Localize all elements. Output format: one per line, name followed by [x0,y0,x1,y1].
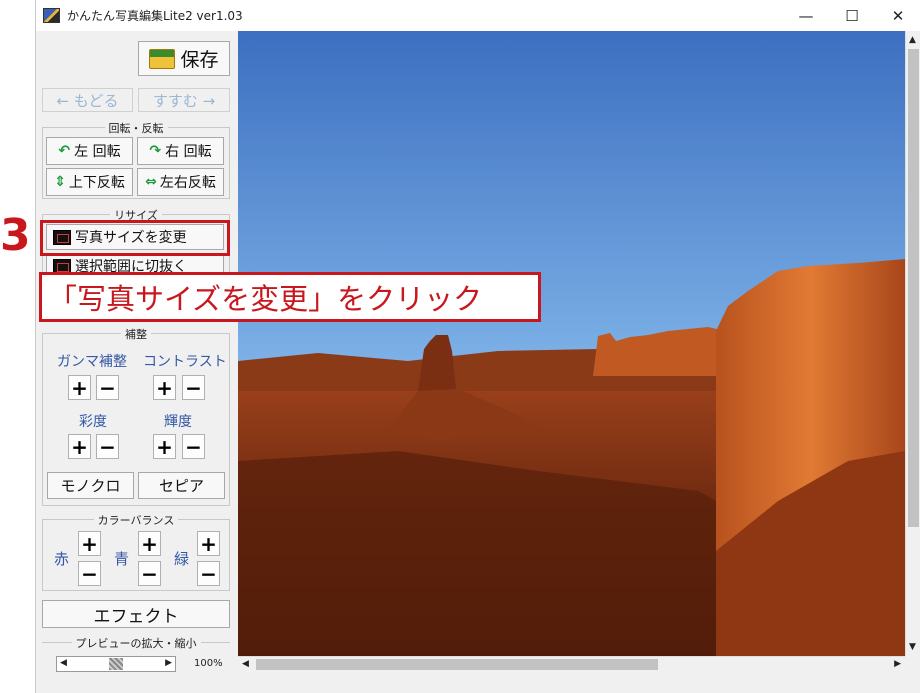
zoom-right-arrow-icon[interactable]: ▶ [165,658,172,668]
contrast-minus-button[interactable]: − [182,375,205,400]
minimize-button[interactable]: — [783,0,829,31]
scroll-down-arrow-icon[interactable]: ▼ [909,642,916,652]
save-label: 保存 [180,49,219,71]
blue-plus-button[interactable]: + [138,531,161,556]
rotate-legend: 回転・反転 [104,122,168,135]
vertical-scrollbar[interactable]: ▲ ▼ [905,31,920,656]
green-plus-button[interactable]: + [197,531,220,556]
app-window: かんたん写真編集Lite2 ver1.03 — ☐ ✕ 保存 ← もどる すすむ… [35,0,920,693]
scroll-right-arrow-icon[interactable]: ▶ [894,659,901,669]
red-plus-button[interactable]: + [78,531,101,556]
saturation-minus-button[interactable]: − [96,434,119,459]
rotate-left-label: 左 回転 [74,144,121,160]
flip-vertical-icon: ⇕ [54,174,66,190]
red-label: 赤 [54,550,70,568]
color-balance-legend: カラーバランス [93,514,179,527]
flip-horizontal-icon: ⇔ [145,174,157,190]
brightness-minus-button[interactable]: − [182,434,205,459]
saturation-label: 彩度 [79,414,107,430]
save-button[interactable]: 保存 [138,41,230,76]
sepia-button[interactable]: セピア [138,472,225,499]
rotate-left-icon: ↶ [58,143,71,159]
monochrome-button[interactable]: モノクロ [47,472,134,499]
save-folder-icon [149,48,176,69]
landscape-photo [238,31,905,656]
effect-button[interactable]: エフェクト [42,600,230,628]
rotate-right-icon: ↷ [149,143,162,159]
contrast-plus-button[interactable]: + [153,375,176,400]
blue-label: 青 [114,550,130,568]
brightness-label: 輝度 [164,414,192,430]
gamma-minus-button[interactable]: − [96,375,119,400]
scroll-left-arrow-icon[interactable]: ◀ [242,659,249,669]
window-title: かんたん写真編集Lite2 ver1.03 [67,9,243,23]
zoom-slider-thumb[interactable] [109,658,123,670]
red-minus-button[interactable]: − [78,561,101,586]
flip-vertical-label: 上下反転 [68,175,125,191]
saturation-plus-button[interactable]: + [68,434,91,459]
green-label: 緑 [174,550,190,568]
contrast-label: コントラスト [143,354,227,370]
back-button[interactable]: ← もどる [42,88,133,112]
maximize-button[interactable]: ☐ [829,0,875,31]
horizontal-scrollbar[interactable]: ◀ ▶ [238,656,905,672]
flip-horizontal-button[interactable]: ⇔ 左右反転 [137,168,224,196]
forward-button[interactable]: すすむ → [138,88,230,112]
photo-canvas[interactable] [238,31,905,656]
close-button[interactable]: ✕ [875,0,920,31]
flip-vertical-button[interactable]: ⇕ 上下反転 [46,168,133,196]
preview-legend: プレビューの拡大・縮小 [71,637,201,650]
instruction-callout: 「写真サイズを変更」をクリック [39,272,541,322]
rotate-right-label: 右 回転 [165,144,212,160]
step-number: 3 [0,210,31,261]
adjust-legend: 補整 [121,328,151,341]
rotate-right-button[interactable]: ↷ 右 回転 [137,137,224,165]
title-bar: かんたん写真編集Lite2 ver1.03 — ☐ ✕ [36,0,920,31]
zoom-slider[interactable]: ◀ ▶ [56,656,176,672]
app-icon [43,8,60,23]
vertical-scroll-thumb[interactable] [908,49,919,527]
gamma-label: ガンマ補整 [57,354,127,370]
brightness-plus-button[interactable]: + [153,434,176,459]
flip-horizontal-label: 左右反転 [159,175,216,191]
zoom-left-arrow-icon[interactable]: ◀ [60,658,67,668]
gamma-plus-button[interactable]: + [68,375,91,400]
blue-minus-button[interactable]: − [138,561,161,586]
zoom-value: 100% [194,658,223,669]
control-panel: 保存 ← もどる すすむ → 回転・反転 ↶ 左 回転 ↷ 右 回転 ⇕ 上下反… [36,31,236,693]
rotate-left-button[interactable]: ↶ 左 回転 [46,137,133,165]
green-minus-button[interactable]: − [197,561,220,586]
highlight-frame [40,220,230,256]
horizontal-scroll-thumb[interactable] [256,659,658,670]
scroll-up-arrow-icon[interactable]: ▲ [909,35,916,45]
